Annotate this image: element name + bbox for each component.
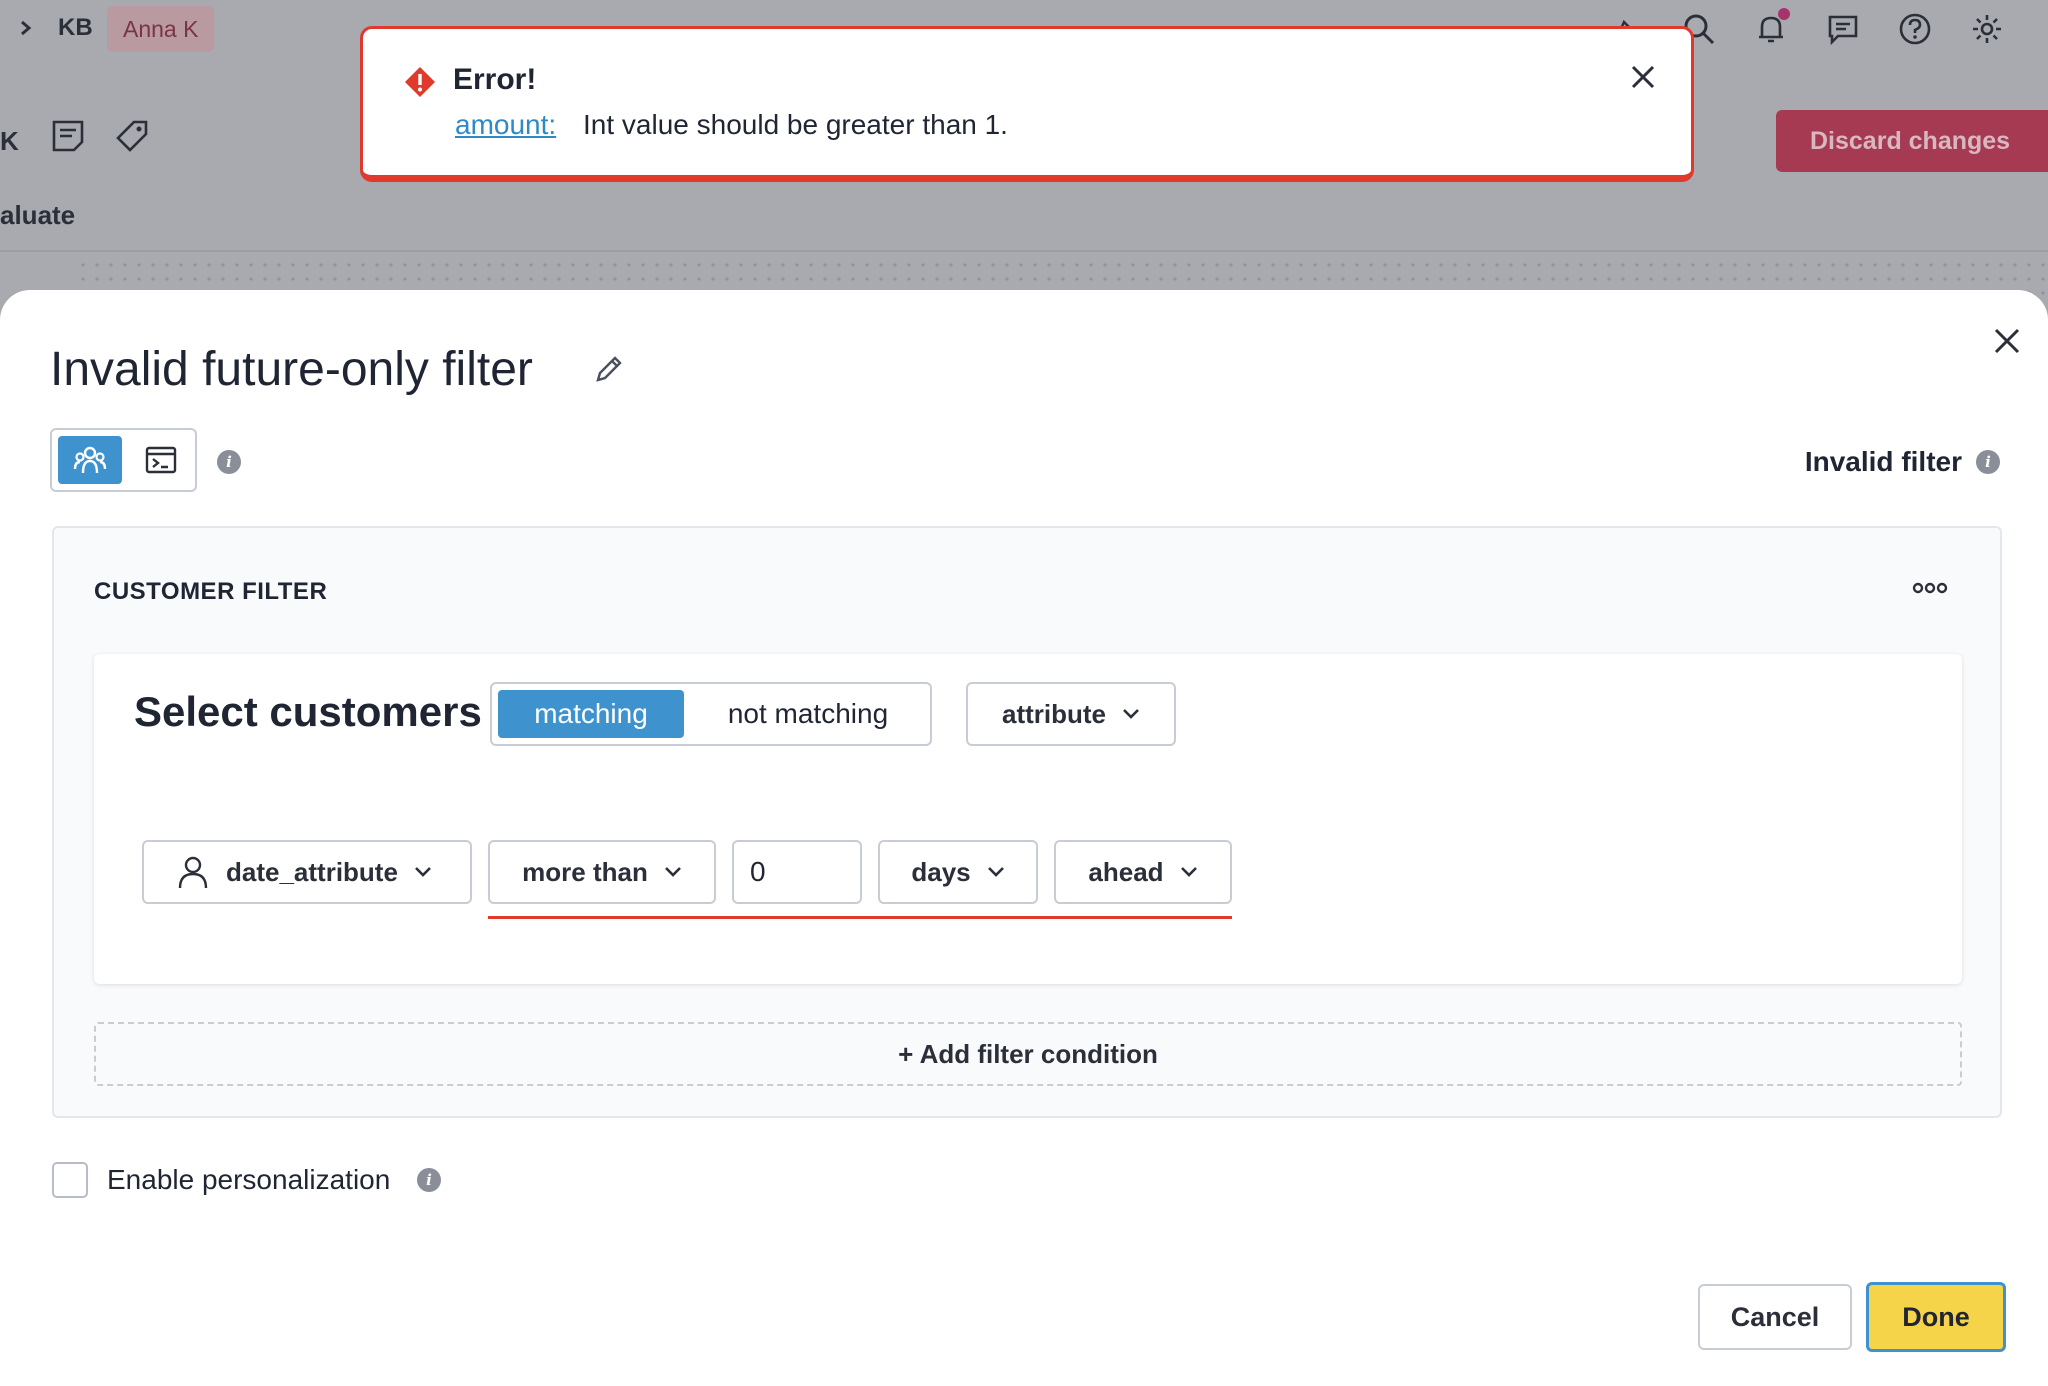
matching-option[interactable]: matching <box>498 690 684 738</box>
breadcrumb-short[interactable]: KB <box>58 14 93 42</box>
chevron-down-icon <box>987 867 1004 877</box>
cancel-button[interactable]: Cancel <box>1698 1284 1852 1350</box>
more-options-icon[interactable] <box>1912 578 1948 598</box>
attribute-type-dropdown[interactable]: attribute <box>966 682 1176 746</box>
toast-title: Error! <box>453 63 537 96</box>
personalization-checkbox[interactable] <box>52 1162 88 1198</box>
done-button[interactable]: Done <box>1866 1282 2006 1352</box>
status-info-icon[interactable]: i <box>1976 450 2000 474</box>
chevron-down-icon <box>1123 709 1139 719</box>
code-mode-button[interactable] <box>130 436 192 484</box>
dropdown-label: more than <box>522 856 648 887</box>
chevron-right-icon[interactable] <box>16 14 36 42</box>
amount-input[interactable] <box>732 840 862 904</box>
add-filter-condition-button[interactable]: + Add filter condition <box>94 1022 1962 1086</box>
notification-dot <box>1778 8 1790 20</box>
chat-icon[interactable] <box>1818 6 1868 52</box>
operator-dropdown[interactable]: more than <box>488 840 716 904</box>
close-icon[interactable] <box>1625 59 1661 95</box>
dropdown-label: ahead <box>1088 856 1164 887</box>
pencil-icon[interactable] <box>592 352 626 386</box>
help-icon[interactable] <box>1890 6 1940 52</box>
discard-changes-button[interactable]: Discard changes <box>1776 110 2048 172</box>
personalization-info-icon[interactable]: i <box>417 1168 441 1192</box>
error-diamond-icon <box>405 67 435 97</box>
page-title: Invalid future-only filter <box>50 343 533 396</box>
unit-dropdown[interactable]: days <box>878 840 1038 904</box>
condition-card: Select customers matching not matching a… <box>94 654 1962 984</box>
filter-status: Invalid filter <box>1804 446 1962 477</box>
user-chip[interactable]: Anna K <box>107 6 215 52</box>
user-icon <box>178 856 208 889</box>
toast-field-link[interactable]: amount: <box>455 109 556 141</box>
select-customers-label: Select customers <box>134 688 482 735</box>
toolbar-letter: K <box>0 126 19 156</box>
chevron-down-icon <box>415 867 431 877</box>
not-matching-option[interactable]: not matching <box>688 690 928 738</box>
gear-icon[interactable] <box>1962 6 2012 52</box>
customers-icon <box>73 446 107 474</box>
personalization-label: Enable personalization <box>107 1164 391 1195</box>
section-label: aluate <box>0 200 76 230</box>
customer-filter-panel: CUSTOMER FILTER Select customers matchin… <box>52 526 2002 1118</box>
toast-message: Int value should be greater than 1. <box>583 109 1008 140</box>
editor-mode-toggle <box>50 428 197 492</box>
dropdown-label: attribute <box>1002 698 1106 729</box>
divider <box>0 250 2048 252</box>
chevron-down-icon <box>664 867 681 877</box>
bell-icon[interactable] <box>1746 6 1796 52</box>
terminal-icon <box>145 446 177 474</box>
visual-mode-button[interactable] <box>58 436 122 484</box>
match-toggle: matching not matching <box>490 682 932 746</box>
modal-close-icon[interactable] <box>1986 320 2028 362</box>
attribute-dropdown[interactable]: date_attribute <box>142 840 472 904</box>
error-toast: Error! amount: Int value should be great… <box>360 26 1694 182</box>
panel-title: CUSTOMER FILTER <box>94 578 328 605</box>
direction-dropdown[interactable]: ahead <box>1054 840 1232 904</box>
filter-modal: Invalid future-only filter i Invalid fil… <box>0 290 2048 1386</box>
info-icon[interactable]: i <box>217 450 241 474</box>
validation-error-underline <box>488 916 1232 919</box>
dropdown-label: date_attribute <box>226 856 398 887</box>
dropdown-label: days <box>911 856 971 887</box>
tag-icon[interactable] <box>114 118 150 154</box>
chevron-down-icon <box>1180 867 1197 877</box>
note-icon[interactable] <box>50 118 86 154</box>
